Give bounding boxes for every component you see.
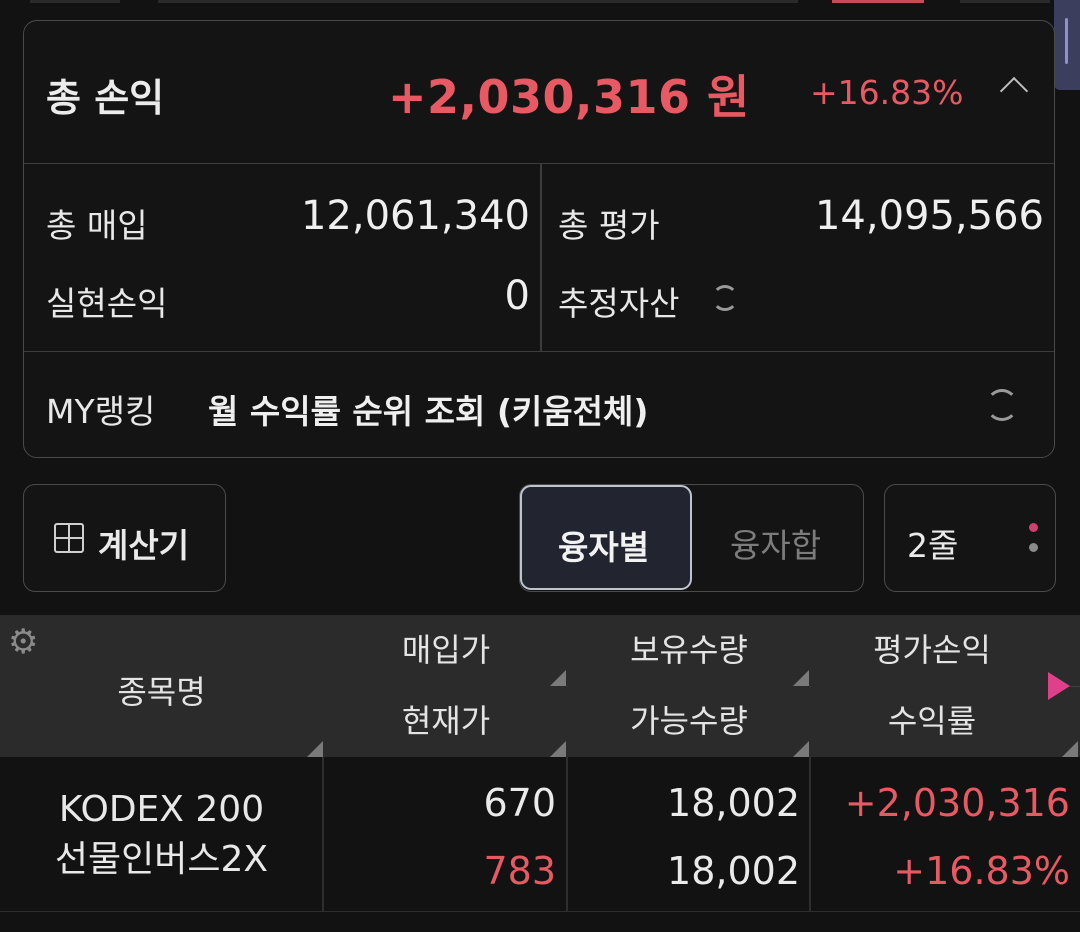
ranking-refresh-icon[interactable] (986, 389, 1018, 421)
row-lines-label: 2줄 (907, 526, 959, 565)
more-dots-icon (1029, 523, 1038, 532)
header-current-price[interactable]: 현재가 (325, 686, 567, 757)
calculator-label: 계산기 (98, 526, 190, 565)
realized-pl-label: 실현손익 (46, 284, 168, 323)
total-eval-label: 총 평가 (558, 206, 660, 245)
total-eval-value: 14,095,566 (814, 193, 1044, 239)
side-scroll-handle[interactable] (1054, 0, 1080, 90)
total-purchase-label: 총 매입 (46, 206, 148, 245)
header-holding-qty[interactable]: 보유수량 (568, 615, 810, 686)
tab-loan-sum[interactable]: 융자합 (730, 519, 821, 567)
metrics-grid: 총 매입 12,061,340 총 평가 14,095,566 실현손익 0 추… (24, 163, 1054, 352)
table-header: ⚙ 종목명 매입가 보유수량 평가손익 현재가 가능수량 수익률 (0, 615, 1080, 757)
total-pl-label: 총 손익 (46, 76, 165, 120)
ranking-link[interactable]: 월 수익률 순위 조회 (키움전체) (208, 385, 648, 433)
profit-summary-card: 총 손익 +2,030,316 원 +16.83% 총 매입 12,061,34… (23, 20, 1055, 458)
gear-icon[interactable]: ⚙ (8, 625, 38, 659)
calculator-icon (54, 523, 84, 553)
refresh-icon[interactable] (712, 285, 738, 311)
buy-price-value: 670 (483, 781, 556, 825)
total-pl-row[interactable]: 총 손익 +2,030,316 원 +16.83% (24, 21, 1054, 164)
header-available-qty[interactable]: 가능수량 (568, 686, 810, 757)
header-stock-name[interactable]: 종목명 (0, 667, 323, 713)
total-pl-percent: +16.83% (810, 73, 964, 112)
header-buy-price[interactable]: 매입가 (325, 615, 567, 686)
return-rate-value: +16.83% (893, 849, 1070, 893)
available-qty-value: 18,002 (667, 849, 800, 893)
tab-by-loan[interactable]: 융자별 (520, 485, 692, 590)
top-strip (0, 0, 1080, 12)
current-price-value: 783 (483, 849, 556, 893)
calculator-button[interactable]: 계산기 (23, 484, 226, 592)
holding-qty-value: 18,002 (667, 781, 800, 825)
estimated-asset-label: 추정자산 (558, 284, 680, 323)
my-ranking-row[interactable]: MY랭킹 월 수익률 순위 조회 (키움전체) (24, 351, 1054, 457)
arrow-right-icon[interactable] (1048, 672, 1070, 700)
loan-view-toggle: 융자별 융자합 (519, 484, 864, 592)
header-eval-pl[interactable]: 평가손익 (811, 615, 1053, 686)
header-return-rate[interactable]: 수익률 (811, 686, 1053, 757)
stock-name-line2: 선물인버스2X (54, 839, 269, 880)
total-purchase-value: 12,061,340 (300, 193, 530, 239)
eval-pl-value: +2,030,316 (844, 781, 1070, 825)
stock-name-line1: KODEX 200 (58, 789, 265, 830)
ranking-label: MY랭킹 (46, 392, 156, 431)
table-row[interactable]: KODEX 200 선물인버스2X 670 783 18,002 18,002 … (0, 757, 1080, 912)
tab-by-loan-label: 융자별 (558, 528, 650, 567)
realized-pl-value: 0 (504, 273, 530, 319)
stock-name[interactable]: KODEX 200 선물인버스2X (0, 785, 323, 885)
total-pl-amount: +2,030,316 원 (388, 70, 750, 124)
chevron-up-icon[interactable] (999, 76, 1029, 106)
row-lines-button[interactable]: 2줄 (884, 484, 1056, 592)
